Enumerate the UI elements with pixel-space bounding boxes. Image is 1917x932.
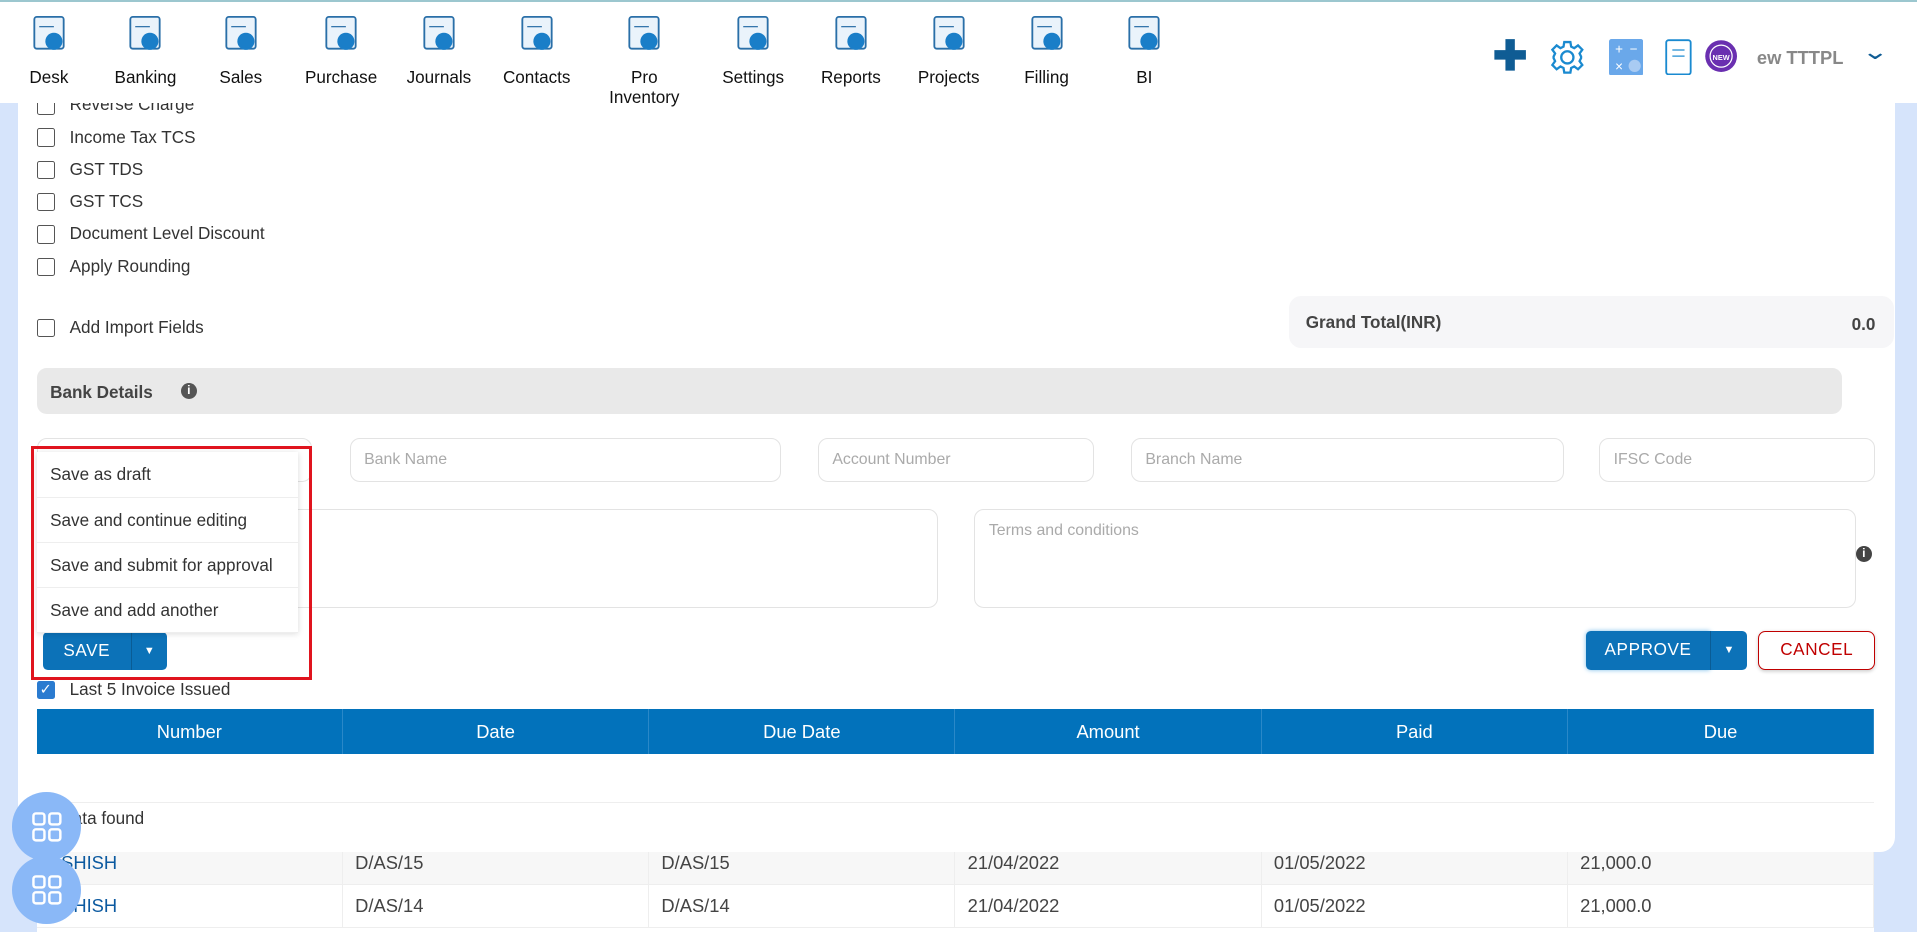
nav-item-label: Pro Inventory <box>609 67 680 107</box>
nav-item-pro-inventory[interactable]: Pro Inventory <box>595 12 693 108</box>
column-header[interactable]: Date <box>343 709 650 755</box>
column-header[interactable]: Number <box>37 709 343 755</box>
table-cell: D/AS/14 <box>649 885 956 927</box>
table-cell: 21/04/2022 <box>955 885 1262 927</box>
grid-icon <box>31 875 62 905</box>
option-label: Document Level Discount <box>69 224 265 244</box>
info-icon[interactable]: i <box>180 382 197 399</box>
calculator-icon[interactable]: + −× <box>1608 38 1644 76</box>
approve-dropdown-toggle[interactable]: ▼ <box>1710 630 1748 670</box>
svg-text:NEW: NEW <box>1713 52 1730 61</box>
gear-icon[interactable] <box>1549 39 1586 76</box>
settings-icon <box>737 15 769 50</box>
company-name[interactable]: ew TTTPL <box>1757 47 1844 69</box>
nav-item-settings[interactable]: Settings <box>704 12 802 88</box>
table-cell: D/AS/14 <box>343 885 650 927</box>
bank-name-input[interactable]: Bank Name <box>349 437 782 482</box>
nav-item-label: Filling <box>1024 67 1069 87</box>
last-invoices-checkbox[interactable]: ✓ Last 5 Invoice Issued <box>36 680 230 700</box>
nav-item-bi[interactable]: BI <box>1095 12 1193 88</box>
option-checkbox[interactable]: Apply Rounding <box>36 256 191 277</box>
projects-icon <box>933 15 965 50</box>
ifsc-code-input[interactable]: IFSC Code <box>1599 437 1876 482</box>
nav-item-desk[interactable]: Desk <box>0 12 98 88</box>
document-icon[interactable] <box>1665 38 1692 76</box>
nav-item-purchase[interactable]: Purchase <box>292 12 390 88</box>
contacts-icon <box>521 15 553 50</box>
filling-icon <box>1030 15 1063 50</box>
highlight-box <box>30 446 312 680</box>
nav-item-label: Purchase <box>304 67 378 87</box>
table-cell: 01/05/2022 <box>1262 885 1568 927</box>
grid-icon <box>31 811 62 842</box>
terms-textarea[interactable]: Terms and conditions <box>974 508 1856 608</box>
option-checkbox[interactable]: Document Level Discount <box>36 224 265 244</box>
empty-table-body <box>36 754 1875 804</box>
nav-item-label: Banking <box>114 67 177 87</box>
approve-button[interactable]: APPROVE <box>1585 630 1711 670</box>
option-label: GST TCS <box>69 192 144 212</box>
nav-item-journals[interactable]: Journals <box>390 12 488 88</box>
column-header[interactable]: Due Date <box>649 709 956 755</box>
nav-item-contacts[interactable]: Contacts <box>488 12 586 88</box>
reports-icon <box>835 15 867 50</box>
journals-icon <box>423 15 455 50</box>
new-badge-icon[interactable]: NEW <box>1704 39 1738 73</box>
option-label: Apply Rounding <box>69 256 191 276</box>
nav-item-filling[interactable]: Filling <box>998 12 1096 88</box>
grand-total-label: Grand Total(INR) <box>1305 312 1442 332</box>
nav-item-label: Projects <box>917 67 980 87</box>
add-icon[interactable]: ✚ <box>1493 34 1528 76</box>
desk-icon <box>33 15 65 50</box>
option-checkbox[interactable]: GST TDS <box>36 159 144 180</box>
chevron-down-icon[interactable]: ⌄ <box>1861 39 1889 65</box>
cancel-button[interactable]: CANCEL <box>1758 630 1876 670</box>
nav-item-projects[interactable]: Projects <box>900 12 998 88</box>
top-nav: Desk Banking Sales Purchase Journals Contacts… <box>0 0 1917 107</box>
table-cell: ASHISH <box>37 885 343 927</box>
nav-item-sales[interactable]: Sales <box>192 12 290 88</box>
checkbox-checked-icon: ✓ <box>36 680 55 699</box>
nav-item-label: Settings <box>722 67 785 87</box>
apps-fab-button-secondary[interactable] <box>12 855 81 925</box>
terms-info-icon[interactable]: i <box>1855 546 1872 563</box>
inventory-icon <box>628 15 660 50</box>
nav-item-banking[interactable]: Banking <box>97 12 195 88</box>
nav-item-label: BI <box>1136 67 1153 87</box>
background-invoice-table: ASHISH D/AS/15 D/AS/15 21/04/2022 01/05/2022… <box>36 842 1875 932</box>
nav-item-reports[interactable]: Reports <box>802 12 900 88</box>
bank-icon <box>129 15 162 50</box>
grand-total-value: 0.0 <box>1851 315 1876 335</box>
add-import-fields-checkbox[interactable]: Add Import Fields <box>36 318 204 338</box>
nav-item-label: Reports <box>820 67 881 87</box>
nav-item-label: Desk <box>29 67 69 87</box>
nav-item-label: Contacts <box>502 67 571 87</box>
bank-details-title: Bank Details <box>50 382 153 402</box>
option-label: Income Tax TCS <box>69 127 196 147</box>
sales-icon <box>225 15 257 50</box>
purchase-icon <box>325 15 357 50</box>
column-header[interactable]: Due <box>1568 709 1875 755</box>
apps-fab-button[interactable] <box>12 792 81 861</box>
table-row[interactable]: ASHISH D/AS/14 D/AS/14 21/04/2022 01/05/2022… <box>36 885 1875 928</box>
svg-text:−: − <box>1630 41 1638 56</box>
option-checkbox[interactable]: GST TCS <box>36 192 144 212</box>
table-cell: 21,000.0 <box>1568 885 1875 927</box>
column-header[interactable]: Paid <box>1262 709 1568 755</box>
nav-item-label: Journals <box>406 67 472 87</box>
bank-details-header: Bank Details i <box>36 367 1843 415</box>
svg-text:+: + <box>1615 41 1623 56</box>
grand-total-box: Grand Total(INR) 0.0 <box>1288 295 1894 349</box>
option-label: GST TDS <box>69 159 144 179</box>
last-invoices-table-header: Number Date Due Date Amount Paid Due <box>36 709 1875 755</box>
nav-item-label: Sales <box>219 67 263 87</box>
account-number-input[interactable]: Account Number <box>817 437 1095 482</box>
branch-name-input[interactable]: Branch Name <box>1130 437 1564 482</box>
svg-text:×: × <box>1615 58 1623 73</box>
column-header[interactable]: Amount <box>955 709 1262 755</box>
option-checkbox[interactable]: Income Tax TCS <box>36 127 196 148</box>
bi-icon <box>1128 15 1160 50</box>
